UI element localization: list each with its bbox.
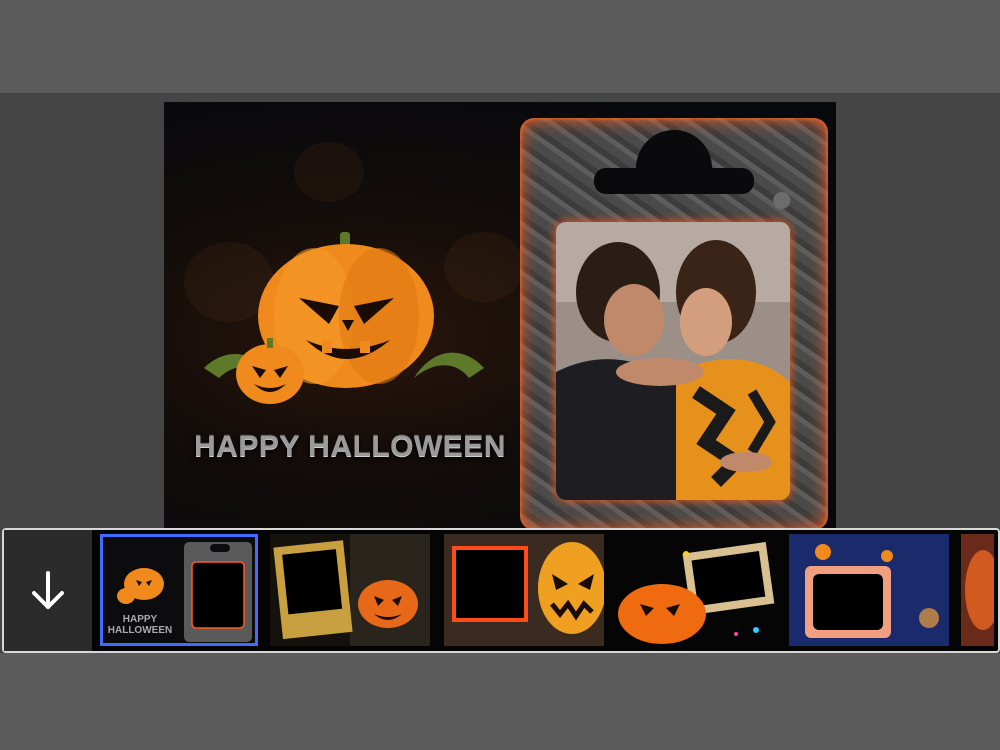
frame-thumbnail-3-preview xyxy=(444,534,604,646)
frame-thumbnail-5-preview xyxy=(789,534,949,646)
frame-thumbnail-2[interactable] xyxy=(270,534,430,646)
frame-thumbnail-1[interactable]: HAPPY HALLOWEEN xyxy=(100,534,258,646)
top-bar xyxy=(0,0,1000,93)
download-button[interactable] xyxy=(4,530,92,651)
frame-thumbnail-4-preview xyxy=(616,534,776,646)
frame-thumbnail-5[interactable] xyxy=(789,534,949,646)
frame-thumbnail-6-preview xyxy=(961,534,994,646)
user-photo[interactable] xyxy=(556,222,790,500)
arrow-down-icon xyxy=(32,570,64,609)
frame-thumbnail-6[interactable] xyxy=(961,534,994,646)
frame-thumbnail-1-label: HAPPY HALLOWEEN xyxy=(107,614,173,636)
bottom-bar xyxy=(0,653,1000,750)
frame-thumbnail-4[interactable] xyxy=(616,534,776,646)
photo-frame-canvas: HAPPY HALLOWEEN xyxy=(164,102,836,530)
frame-picker-strip: HAPPY HALLOWEEN xyxy=(2,528,1000,653)
couple-photo-illustration xyxy=(556,222,790,500)
frame-hanger-slot xyxy=(594,168,754,194)
background-pumpkin-decoration xyxy=(294,142,364,202)
lava-stone-photo-frame xyxy=(520,118,828,530)
frame-thumbnail-3[interactable] xyxy=(444,534,604,646)
halloween-pumpkins-illustration xyxy=(204,232,484,404)
frame-thumbnail-2-preview xyxy=(270,534,430,646)
happy-halloween-title: HAPPY HALLOWEEN xyxy=(194,430,506,463)
